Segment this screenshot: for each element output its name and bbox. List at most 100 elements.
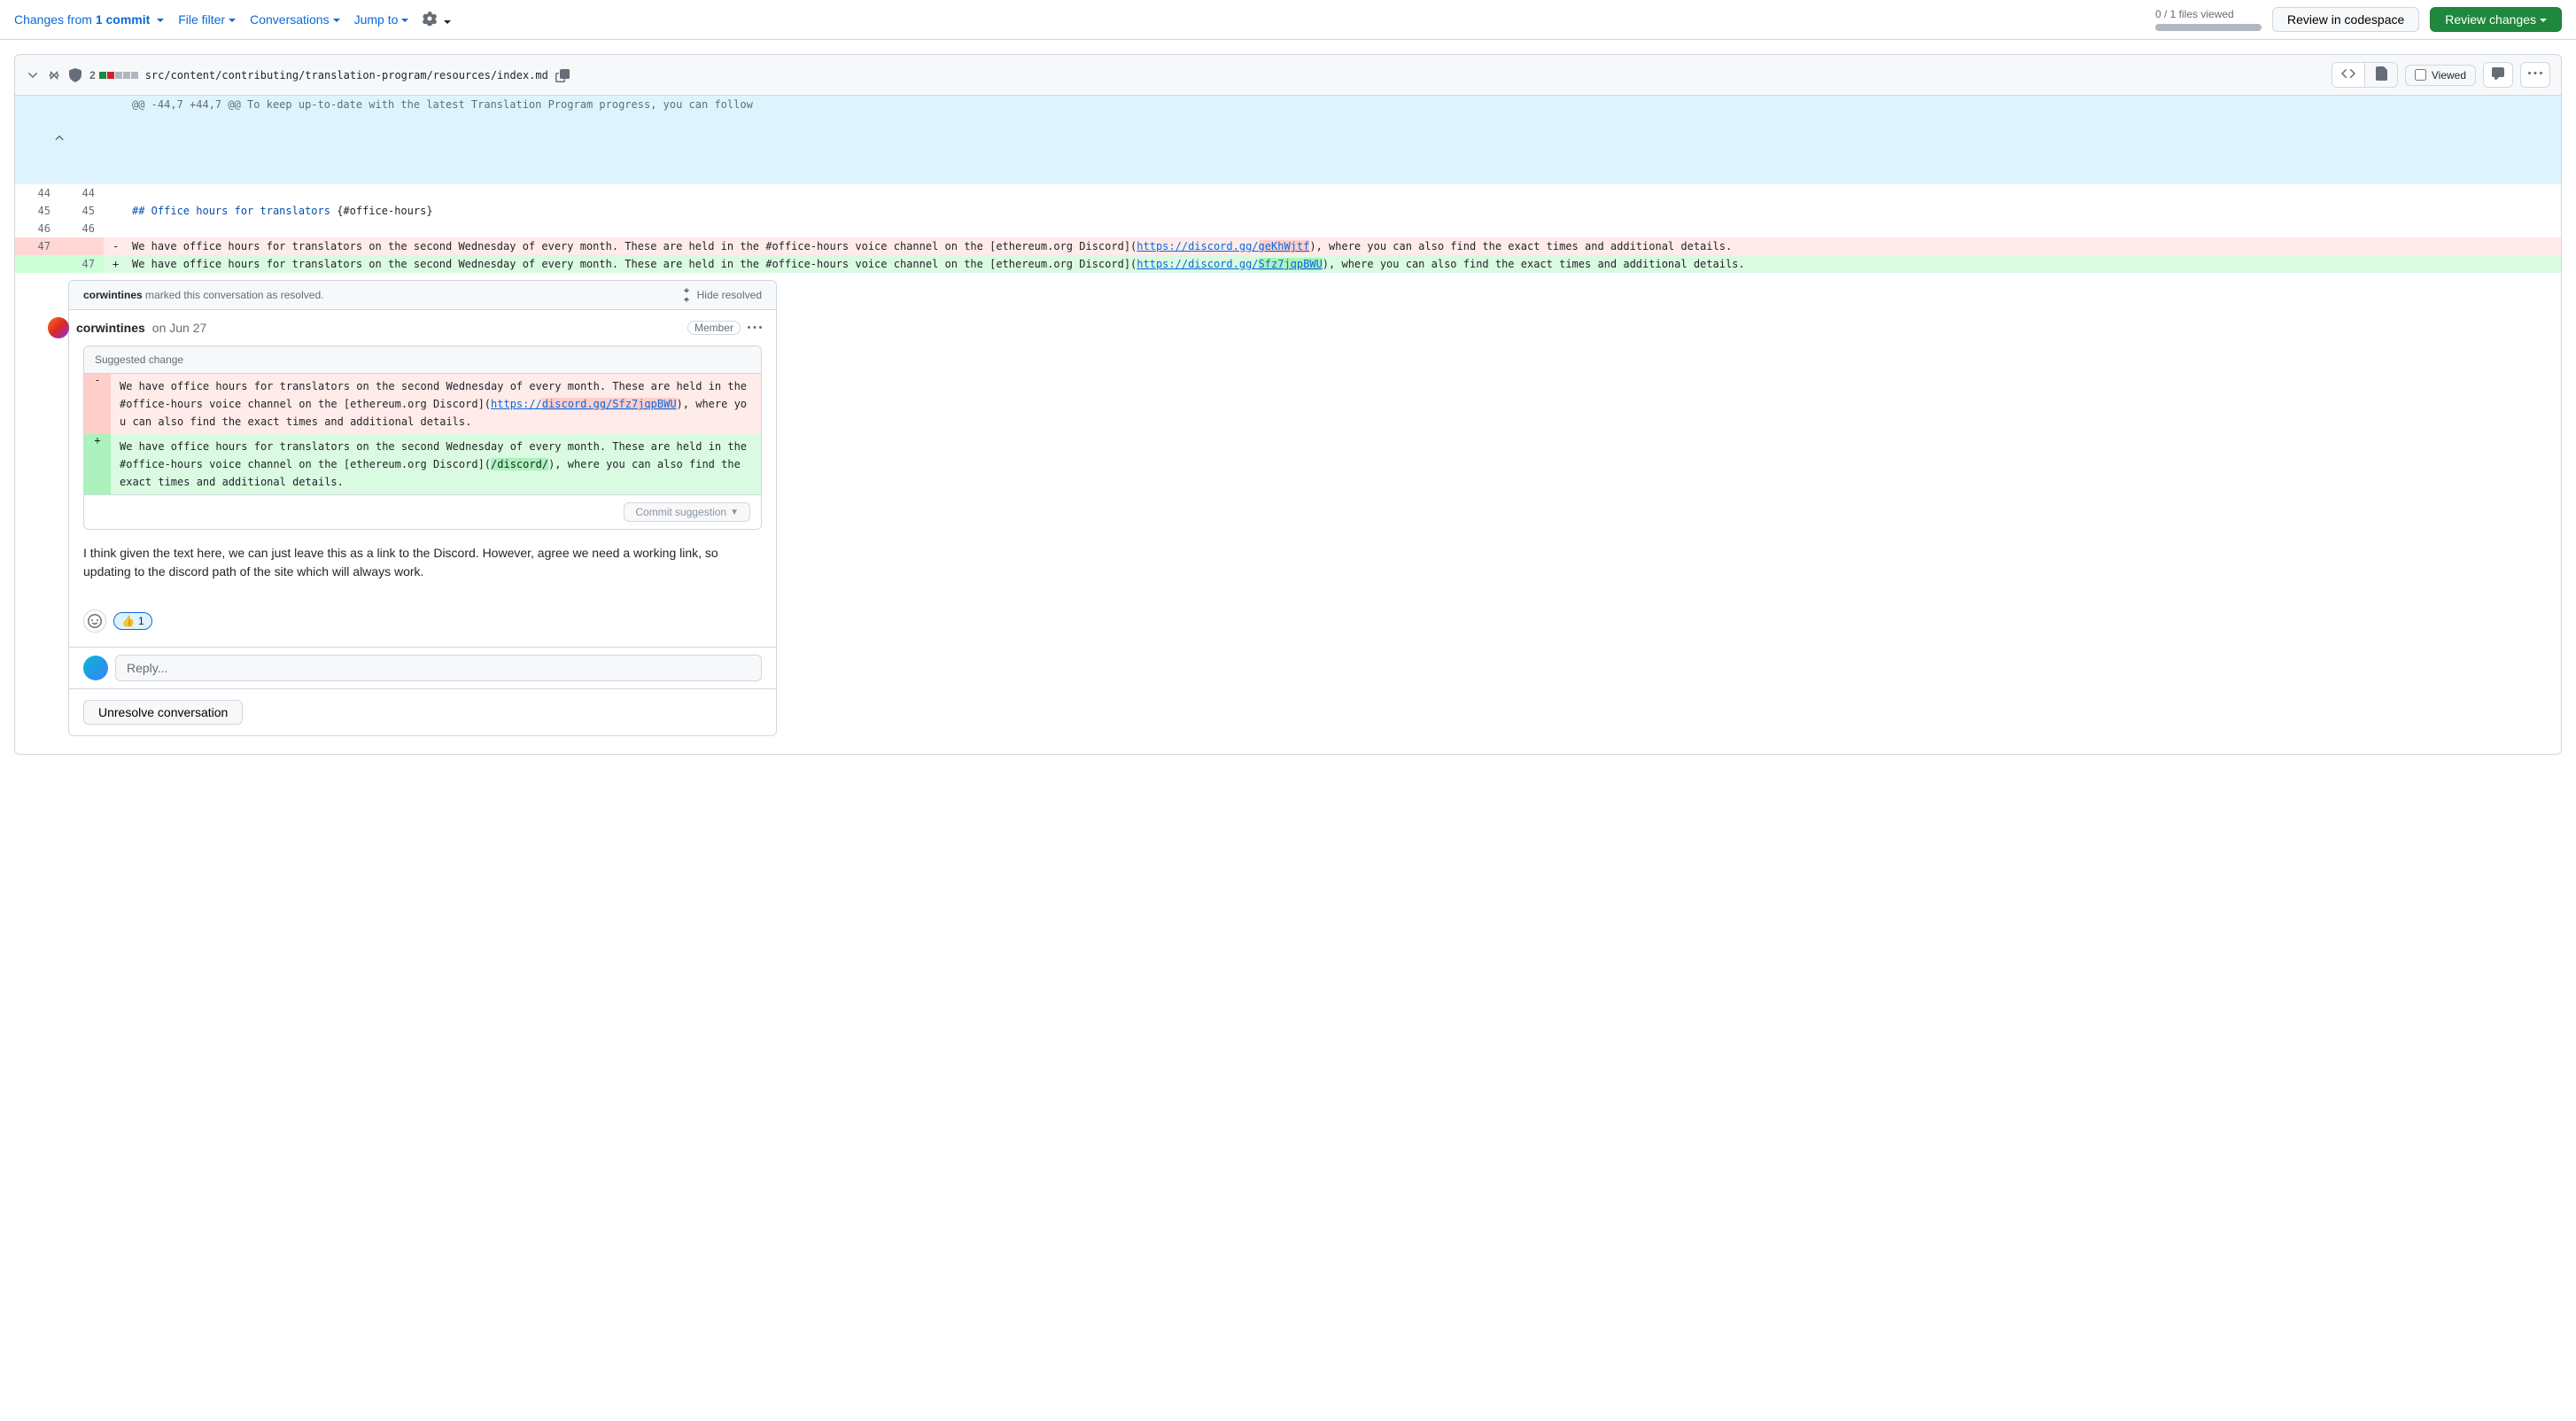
thumbs-up-reaction[interactable]: 👍 1 — [113, 612, 152, 630]
new-line-num[interactable]: 47 — [59, 255, 104, 273]
review-changes-button[interactable]: Review changes — [2430, 7, 2562, 32]
conversation-footer: Unresolve conversation — [69, 688, 776, 735]
reaction-bar: 👍 1 — [69, 610, 776, 647]
diff-line-context: 46 46 — [15, 220, 2561, 237]
line-content[interactable]: We have office hours for translators on … — [123, 237, 2561, 255]
reaction-count: 1 — [138, 615, 144, 627]
comment-menu-button[interactable] — [748, 321, 762, 335]
unresolve-conversation-button[interactable]: Unresolve conversation — [83, 700, 243, 725]
suggestion-add-content: We have office hours for translators on … — [111, 434, 761, 494]
diff-line-deletion: 47 - We have office hours for translator… — [15, 237, 2561, 255]
file-header-left: 2 src/content/contributing/translation-p… — [26, 68, 570, 82]
review-conversation: corwintines marked this conversation as … — [68, 280, 777, 736]
diff-block-neutral — [123, 72, 130, 79]
review-in-codespace-button[interactable]: Review in codespace — [2272, 7, 2419, 32]
line-content[interactable] — [123, 220, 2561, 237]
comment-header-left: corwintines on Jun 27 — [83, 317, 206, 338]
diff-settings-button[interactable] — [423, 12, 451, 28]
resolved-by-text: corwintines marked this conversation as … — [83, 289, 323, 301]
changes-from-dropdown[interactable]: Changes from 1 commit — [14, 12, 164, 27]
comment-timestamp[interactable]: on Jun 27 — [152, 321, 207, 335]
sug-add-highlight: /discord/ — [491, 458, 548, 470]
file-comment-button[interactable] — [2483, 62, 2513, 88]
line-content[interactable]: ## Office hours for translators {#office… — [123, 202, 2561, 220]
diff-block-add — [99, 72, 106, 79]
chevron-down-icon[interactable] — [26, 68, 40, 82]
reply-input[interactable]: Reply... — [115, 655, 762, 681]
file-header: 2 src/content/contributing/translation-p… — [15, 55, 2561, 96]
new-line-num[interactable]: 46 — [59, 220, 104, 237]
resolved-suffix: marked this conversation as resolved. — [143, 289, 324, 301]
new-line-num[interactable]: 44 — [59, 184, 104, 202]
file-menu-button[interactable] — [2520, 62, 2550, 88]
sug-del-link-pre: https:// — [491, 398, 542, 410]
expand-up-button[interactable] — [15, 96, 104, 184]
expand-all-icon[interactable] — [47, 68, 61, 82]
line-marker — [104, 202, 123, 220]
file-header-right: Viewed — [2332, 62, 2550, 88]
resolver-name[interactable]: corwintines — [83, 289, 143, 301]
diff-block-neutral — [115, 72, 122, 79]
jump-to-dropdown[interactable]: Jump to — [354, 12, 409, 27]
files-viewed-progress — [2155, 24, 2262, 31]
line-marker — [104, 220, 123, 237]
old-line-num[interactable]: 44 — [15, 184, 59, 202]
discord-link: https://discord.gg/ — [1137, 240, 1258, 252]
chevron-down-icon: ▼ — [730, 508, 739, 517]
file-path[interactable]: src/content/contributing/translation-pro… — [145, 69, 548, 82]
gear-icon — [423, 12, 437, 26]
comment-header: corwintines on Jun 27 Member — [69, 310, 776, 346]
text-post: ), where you can also find the exact tim… — [1309, 240, 1732, 252]
reaction-emoji: 👍 — [121, 615, 135, 627]
text-pre: We have office hours for translators on … — [132, 258, 1137, 270]
hunk-header-row: @@ -44,7 +44,7 @@ To keep up-to-date wit… — [15, 96, 2561, 184]
file-icon — [2374, 66, 2388, 81]
resolved-header: corwintines marked this conversation as … — [69, 281, 776, 310]
line-content[interactable] — [123, 184, 2561, 202]
heading-text: ## Office hours for translators — [132, 205, 337, 217]
heading-anchor: {#office-hours} — [337, 205, 432, 217]
copy-path-icon[interactable] — [555, 68, 570, 82]
changes-from-label: Changes from — [14, 12, 92, 27]
comment-header-right: Member — [687, 321, 762, 335]
diff-block-neutral — [131, 72, 138, 79]
hide-resolved-label: Hide resolved — [697, 289, 762, 301]
kebab-horizontal-icon — [2528, 66, 2542, 81]
suggestion-deletion-row: - We have office hours for translators o… — [84, 374, 761, 434]
rich-diff-button[interactable] — [2365, 63, 2397, 87]
smiley-icon — [88, 614, 102, 628]
deleted-token: geKhWjtf — [1259, 240, 1310, 252]
sug-del-highlight: discord.gg/Sfz7jqpBWU — [542, 398, 677, 410]
comment-author[interactable]: corwintines — [76, 321, 145, 335]
viewed-checkbox-input[interactable] — [2415, 69, 2426, 81]
old-line-num[interactable]: 45 — [15, 202, 59, 220]
old-line-num — [15, 255, 59, 273]
file-filter-dropdown[interactable]: File filter — [178, 12, 236, 27]
conversations-dropdown[interactable]: Conversations — [250, 12, 340, 27]
new-line-num[interactable]: 45 — [59, 202, 104, 220]
fold-icon — [679, 288, 694, 302]
comment-icon — [2491, 66, 2505, 81]
old-line-num[interactable]: 47 — [15, 237, 59, 255]
old-line-num[interactable]: 46 — [15, 220, 59, 237]
source-diff-button[interactable] — [2332, 63, 2365, 87]
avatar[interactable] — [48, 317, 69, 338]
suggestion-diff: - We have office hours for translators o… — [84, 374, 761, 494]
suggestion-footer: Commit suggestion ▼ — [84, 494, 761, 529]
diff-table: @@ -44,7 +44,7 @@ To keep up-to-date wit… — [15, 96, 2561, 273]
reply-box: Reply... — [69, 647, 776, 688]
files-viewed-container: 0 / 1 files viewed — [2155, 8, 2262, 31]
file-diff-container: 2 src/content/contributing/translation-p… — [14, 54, 2562, 755]
add-reaction-button[interactable] — [83, 610, 106, 633]
owner-shield-icon[interactable] — [68, 68, 82, 82]
diff-toolbar: Changes from 1 commit File filter Conver… — [0, 0, 2576, 40]
hide-resolved-button[interactable]: Hide resolved — [679, 288, 762, 302]
commit-suggestion-button[interactable]: Commit suggestion ▼ — [624, 502, 750, 522]
current-user-avatar[interactable] — [83, 656, 108, 680]
line-content[interactable]: We have office hours for translators on … — [123, 255, 2561, 273]
text-post: ), where you can also find the exact tim… — [1323, 258, 1745, 270]
comment-body: Suggested change - We have office hours … — [69, 346, 776, 610]
viewed-toggle[interactable]: Viewed — [2405, 65, 2476, 86]
file-footer-spacer — [15, 743, 2561, 754]
hunk-header-text: @@ -44,7 +44,7 @@ To keep up-to-date wit… — [123, 96, 2561, 184]
